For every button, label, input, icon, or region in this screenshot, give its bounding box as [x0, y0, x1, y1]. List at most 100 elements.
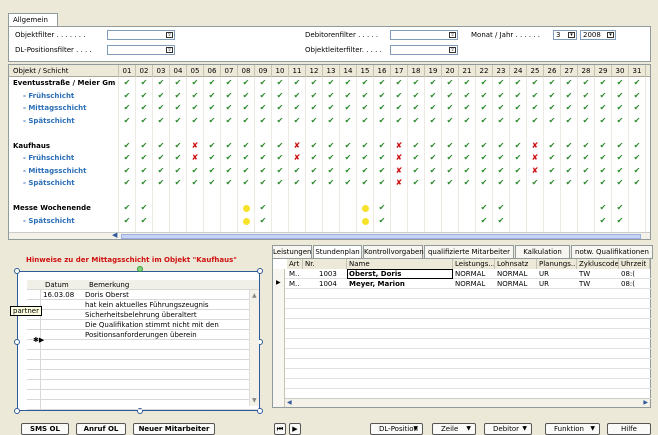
check-icon[interactable]: ✔ — [510, 77, 526, 89]
check-icon[interactable]: ✔ — [629, 140, 645, 152]
lookup-icon[interactable]: ⇧ — [449, 32, 456, 38]
check-icon[interactable]: ✔ — [612, 102, 628, 114]
check-icon[interactable]: ✔ — [527, 177, 543, 189]
check-icon[interactable]: ✔ — [425, 165, 441, 177]
check-icon[interactable]: ✔ — [272, 152, 288, 164]
check-icon[interactable]: ✔ — [340, 140, 356, 152]
check-icon[interactable]: ✔ — [357, 140, 373, 152]
check-icon[interactable]: ✔ — [323, 177, 339, 189]
check-icon[interactable]: ✔ — [119, 152, 135, 164]
check-icon[interactable]: ✔ — [510, 165, 526, 177]
shift-label[interactable]: - Frühschicht — [23, 90, 74, 102]
check-icon[interactable]: ✔ — [187, 115, 203, 127]
check-icon[interactable]: ✔ — [544, 115, 560, 127]
check-icon[interactable]: ✔ — [629, 77, 645, 89]
check-icon[interactable]: ✔ — [459, 77, 475, 89]
check-icon[interactable]: ✔ — [340, 152, 356, 164]
check-icon[interactable]: ✔ — [187, 102, 203, 114]
check-icon[interactable]: ✔ — [595, 177, 611, 189]
grid-row[interactable] — [9, 127, 650, 139]
row-selector[interactable] — [27, 380, 41, 390]
check-icon[interactable]: ✔ — [578, 140, 594, 152]
grid-row[interactable]: - Mittagsschicht ✔ ✔ ✔ ✔ ✔ ✔ ✔ ✔ ✔ ✔ ✔ ✔ ✔ ✔ ✔ ✔ ✘ ✔ ✔ ✔ ✔ ✔ ✔ ✔… — [9, 165, 650, 177]
check-icon[interactable]: ✔ — [289, 102, 305, 114]
check-icon[interactable]: ✔ — [119, 177, 135, 189]
check-icon[interactable]: ✔ — [357, 165, 373, 177]
check-icon[interactable]: ✔ — [204, 152, 220, 164]
check-icon[interactable]: ✔ — [459, 152, 475, 164]
resize-handle[interactable] — [14, 339, 20, 345]
check-icon[interactable]: ✔ — [493, 177, 509, 189]
check-icon[interactable]: ✔ — [578, 102, 594, 114]
check-icon[interactable]: ✔ — [425, 77, 441, 89]
check-icon[interactable]: ✔ — [136, 177, 152, 189]
check-icon[interactable]: ✔ — [510, 90, 526, 102]
check-icon[interactable]: ✔ — [561, 165, 577, 177]
col-day[interactable]: 21 — [459, 65, 476, 77]
col-day[interactable]: 20 — [442, 65, 459, 77]
check-icon[interactable]: ✔ — [612, 177, 628, 189]
check-icon[interactable]: ✔ — [476, 90, 492, 102]
check-icon[interactable]: ✔ — [306, 115, 322, 127]
check-icon[interactable]: ✔ — [374, 90, 390, 102]
check-icon[interactable]: ✔ — [612, 215, 628, 227]
resize-handle[interactable] — [14, 408, 20, 414]
debitorenfilter-input[interactable]: ⇧ — [390, 30, 458, 40]
check-icon[interactable]: ✔ — [391, 102, 407, 114]
jahr-select[interactable]: 2008 ▾ — [580, 30, 616, 40]
shift-label[interactable]: - Spätschicht — [23, 115, 75, 127]
objektleiterfilter-input[interactable]: ⇧ — [390, 45, 458, 55]
check-icon[interactable]: ✔ — [221, 165, 237, 177]
check-icon[interactable]: ✔ — [612, 202, 628, 214]
cell-art[interactable]: M.. — [289, 269, 300, 279]
check-icon[interactable]: ✔ — [544, 152, 560, 164]
check-icon[interactable]: ✔ — [527, 115, 543, 127]
check-icon[interactable]: ✔ — [425, 140, 441, 152]
check-icon[interactable]: ✔ — [459, 102, 475, 114]
col-header[interactable]: Name — [347, 259, 453, 269]
scroll-down-icon[interactable]: ▼ — [252, 397, 257, 404]
col-header[interactable]: Zykluscode — [577, 259, 619, 269]
check-icon[interactable]: ✔ — [561, 77, 577, 89]
table-row[interactable] — [285, 289, 651, 299]
check-icon[interactable]: ✔ — [442, 90, 458, 102]
col-day[interactable]: 09 — [255, 65, 272, 77]
check-icon[interactable]: ✔ — [255, 90, 271, 102]
check-icon[interactable]: ✔ — [510, 102, 526, 114]
check-icon[interactable]: ✔ — [340, 165, 356, 177]
col-header[interactable]: Leistungs... — [453, 259, 495, 269]
check-icon[interactable]: ✔ — [153, 177, 169, 189]
table-row[interactable]: Sicherheitsbelehrung überaltert — [27, 310, 259, 320]
check-icon[interactable]: ✔ — [153, 115, 169, 127]
check-icon[interactable]: ✔ — [289, 115, 305, 127]
check-icon[interactable]: ✔ — [527, 77, 543, 89]
cross-icon[interactable]: ✘ — [391, 165, 407, 177]
check-icon[interactable]: ✔ — [204, 165, 220, 177]
check-icon[interactable]: ✔ — [340, 102, 356, 114]
col-header[interactable]: Art — [287, 259, 303, 269]
check-icon[interactable]: ✔ — [119, 77, 135, 89]
check-icon[interactable]: ✔ — [204, 140, 220, 152]
col-day[interactable]: 08 — [238, 65, 255, 77]
check-icon[interactable]: ✔ — [425, 102, 441, 114]
check-icon[interactable]: ✔ — [612, 152, 628, 164]
table-row[interactable] — [27, 400, 259, 410]
check-icon[interactable]: ✔ — [187, 90, 203, 102]
col-day[interactable]: 31 — [629, 65, 646, 77]
check-icon[interactable]: ✔ — [408, 152, 424, 164]
check-icon[interactable]: ✔ — [153, 140, 169, 152]
scroll-up-icon[interactable]: ▲ — [252, 292, 257, 299]
check-icon[interactable]: ✔ — [136, 215, 152, 227]
table-row[interactable] — [285, 329, 651, 339]
check-icon[interactable]: ✔ — [476, 215, 492, 227]
check-icon[interactable]: ✔ — [442, 140, 458, 152]
col-day[interactable]: 27 — [561, 65, 578, 77]
check-icon[interactable]: ✔ — [170, 77, 186, 89]
check-icon[interactable]: ✔ — [136, 152, 152, 164]
cell-uhr[interactable]: 08:( — [621, 269, 635, 279]
check-icon[interactable]: ✔ — [374, 202, 390, 214]
resize-handle[interactable] — [257, 268, 263, 274]
cross-icon[interactable]: ✘ — [289, 152, 305, 164]
nav-next-button[interactable]: ▶ — [289, 423, 301, 435]
check-icon[interactable]: ✔ — [238, 77, 254, 89]
